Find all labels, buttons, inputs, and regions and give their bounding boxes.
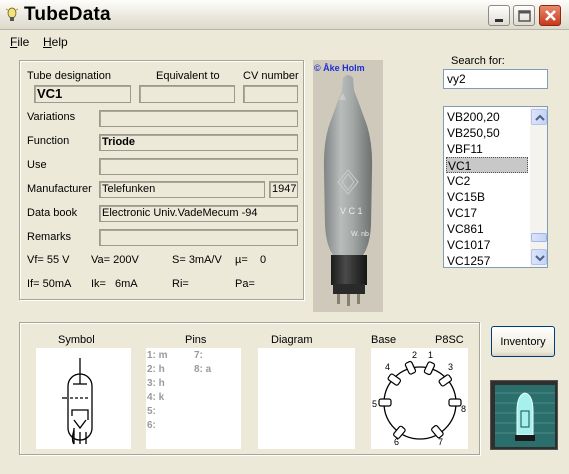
base-diagram: 1 2 3 4 5 6 7 8 <box>372 350 466 447</box>
base-pin-1: 1 <box>428 350 433 360</box>
chevron-up-icon <box>535 114 545 121</box>
tube-designation-label: Tube designation <box>27 70 111 82</box>
pin-1: 1: m <box>147 350 168 361</box>
pins-label: Pins <box>185 334 207 346</box>
list-item-selected[interactable]: VC1 <box>446 157 528 173</box>
pin-6: 6: <box>147 420 156 431</box>
list-item[interactable]: VB250,50 <box>446 125 528 141</box>
menu-bar: File Help <box>0 32 569 52</box>
list-item[interactable]: VC17 <box>446 205 528 221</box>
manufacturer-label: Manufacturer <box>27 183 92 195</box>
list-scrollbar[interactable] <box>530 107 547 267</box>
variations-field[interactable] <box>99 110 298 127</box>
app-icon <box>5 7 19 21</box>
pa-value: Pa= <box>235 278 255 290</box>
base-pin-5: 5 <box>372 399 377 409</box>
symbol-label: Symbol <box>58 334 95 346</box>
minimize-icon <box>495 19 503 22</box>
base-label: Base <box>371 334 397 346</box>
ik-value: 6mA <box>115 278 138 290</box>
if-value: If= 50mA <box>27 278 72 290</box>
variations-label: Variations <box>27 111 76 123</box>
tube-logo-icon <box>495 385 555 447</box>
tube-designation-field[interactable]: VC1 <box>34 85 131 103</box>
menu-help[interactable]: Help <box>43 35 68 49</box>
pin-3: 3: h <box>147 378 165 389</box>
logo-icon[interactable] <box>490 380 558 450</box>
scroll-up-button[interactable] <box>531 109 547 125</box>
minimize-button[interactable] <box>488 5 510 26</box>
year-field[interactable]: 1947 <box>269 181 298 198</box>
search-label: Search for: <box>451 55 505 67</box>
close-button[interactable] <box>539 5 561 26</box>
maximize-icon <box>518 10 531 22</box>
base-pin-3: 3 <box>448 362 453 372</box>
base-pin-8: 8 <box>461 404 466 414</box>
databook-label: Data book <box>27 207 78 219</box>
mu-label: µ= <box>235 254 248 266</box>
vf-value: Vf= 55 V <box>27 254 70 266</box>
base-pin-4: 4 <box>385 362 390 372</box>
diagram-box <box>258 348 355 449</box>
pins-box: 1: m 2: h 3: h 4: k 5: 6: 7: 8: a <box>146 348 241 449</box>
databook-field[interactable]: Electronic Univ.VadeMecum -94 <box>99 205 298 222</box>
diagram-label: Diagram <box>271 334 313 346</box>
tube-print-type: V C 1 <box>340 206 363 216</box>
function-label: Function <box>27 135 70 147</box>
base-pin-6: 6 <box>394 437 399 447</box>
list-item[interactable]: VC1017 <box>446 237 528 253</box>
window-title: TubeData <box>24 4 111 25</box>
tube-photo: © Åke Holm V C 1 W. nb <box>313 60 383 312</box>
cv-number-field[interactable] <box>243 85 298 103</box>
equivalent-field[interactable] <box>139 85 235 103</box>
list-item[interactable]: VBF11 <box>446 141 528 157</box>
tube-list[interactable]: VB200,20 VB250,50 VBF11 VC1 VC2 VC15B VC… <box>443 106 548 268</box>
tube-image <box>313 60 383 312</box>
va-value: Va= 200V <box>91 254 139 266</box>
remarks-field[interactable] <box>99 229 298 246</box>
use-field[interactable] <box>99 158 298 175</box>
search-input[interactable] <box>443 69 548 89</box>
base-box: 1 2 3 4 5 6 7 8 <box>371 348 468 449</box>
ik-label: Ik= <box>91 278 106 290</box>
use-label: Use <box>27 159 47 171</box>
equivalent-label: Equivalent to <box>156 70 220 82</box>
tube-print-mark: W. nb <box>351 231 369 238</box>
menu-file[interactable]: File <box>10 35 29 49</box>
maximize-button[interactable] <box>513 5 535 26</box>
scroll-thumb[interactable] <box>531 233 547 242</box>
base-pin-2: 2 <box>412 350 417 360</box>
pin-5: 5: <box>147 406 156 417</box>
inventory-button[interactable]: Inventory <box>491 326 555 357</box>
ri-value: Ri= <box>172 278 189 290</box>
list-item[interactable]: VC1257 <box>446 253 528 269</box>
mu-value: 0 <box>260 254 267 266</box>
pin-7: 7: <box>194 350 203 361</box>
list-item[interactable]: VC861 <box>446 221 528 237</box>
pin-2: 2: h <box>147 364 165 375</box>
close-icon <box>545 10 556 21</box>
manufacturer-field[interactable]: Telefunken <box>99 181 265 198</box>
list-item[interactable]: VC15B <box>446 189 528 205</box>
function-field[interactable]: Triode <box>99 134 298 151</box>
s-value: S= 3mA/V <box>172 254 222 266</box>
symbol-box <box>36 348 131 449</box>
list-item[interactable]: VB200,20 <box>446 109 528 125</box>
scroll-down-button[interactable] <box>531 249 547 265</box>
cv-number-label: CV number <box>243 70 299 82</box>
pin-8: 8: a <box>194 364 212 375</box>
chevron-down-icon <box>535 255 545 262</box>
base-type: P8SC <box>435 334 464 346</box>
remarks-label: Remarks <box>27 231 72 243</box>
title-bar: TubeData <box>0 0 569 30</box>
list-item[interactable]: VC2 <box>446 173 528 189</box>
triode-symbol <box>62 358 93 445</box>
pin-4: 4: k <box>147 392 165 403</box>
photo-credit: © Åke Holm <box>314 63 365 73</box>
base-pin-7: 7 <box>438 437 443 447</box>
